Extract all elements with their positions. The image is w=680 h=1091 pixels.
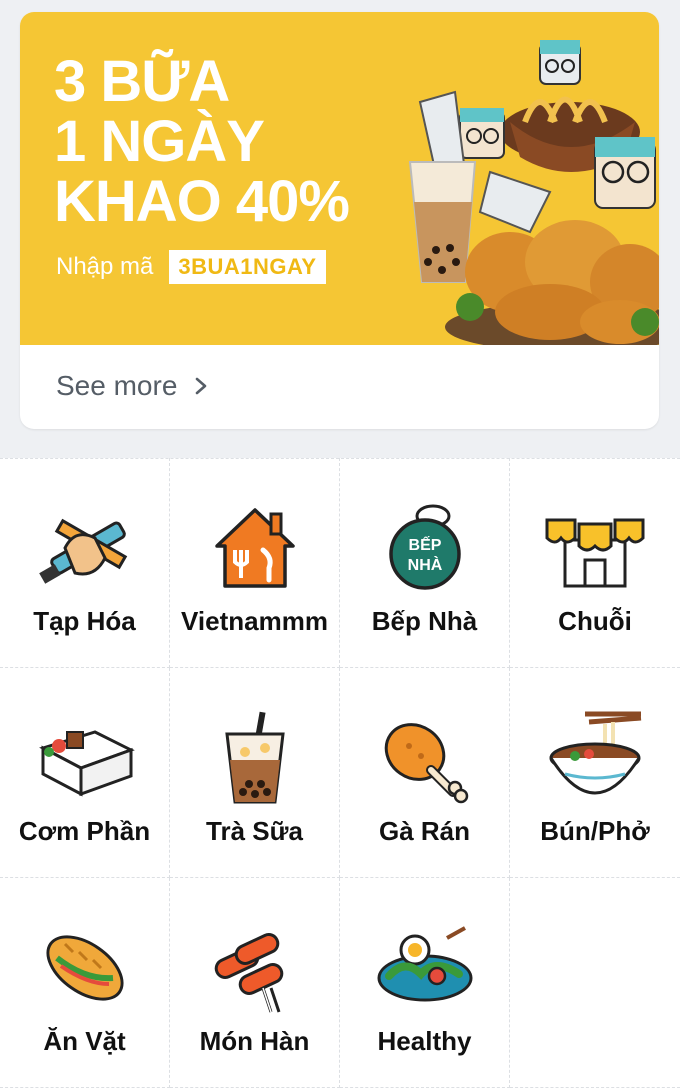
grocery-icon bbox=[39, 518, 128, 584]
headline-line-3: KHAO 40% bbox=[54, 169, 350, 234]
category-korean[interactable]: Món Hàn bbox=[170, 878, 340, 1088]
category-fried-chicken[interactable]: Gà Rán bbox=[340, 668, 510, 878]
category-bun-pho[interactable]: Bún/Phở bbox=[510, 668, 680, 878]
noodle-bowl-icon bbox=[549, 711, 642, 795]
promo-card[interactable]: 3 BỮA 1 NGÀY KHAO 40% Nhập mã 3BUA1NGAY bbox=[20, 12, 659, 429]
category-milk-tea[interactable]: Trà Sữa bbox=[170, 668, 340, 878]
badge-line-1: BẾP bbox=[409, 535, 442, 554]
category-label: Món Hàn bbox=[199, 1026, 310, 1056]
category-bep-nha[interactable]: BẾP NHÀ Bếp Nhà bbox=[340, 458, 510, 668]
promo-code-label: Nhập mã bbox=[56, 253, 154, 280]
category-healthy[interactable]: Healthy bbox=[340, 878, 510, 1088]
empty-cell bbox=[510, 878, 680, 1088]
promo-code: 3BUA1NGAY bbox=[169, 250, 326, 284]
category-vietnammm[interactable]: Vietnammm bbox=[170, 458, 340, 668]
category-label: Bếp Nhà bbox=[371, 606, 478, 636]
headline-line-1: 3 BỮA bbox=[54, 49, 230, 114]
category-grocery[interactable]: Tạp Hóa bbox=[0, 458, 170, 668]
bento-box-icon bbox=[39, 730, 135, 797]
see-more-label: See more bbox=[56, 370, 178, 401]
food-illustration bbox=[408, 40, 659, 345]
promo-headline: 3 BỮA 1 NGÀY KHAO 40% bbox=[54, 49, 350, 234]
category-label: Trà Sữa bbox=[206, 816, 303, 846]
chain-store-icon bbox=[545, 518, 645, 588]
chevron-right-icon bbox=[196, 377, 207, 395]
category-label: Tạp Hóa bbox=[33, 606, 136, 636]
category-label: Cơm Phần bbox=[18, 816, 151, 846]
fried-chicken-icon bbox=[384, 723, 469, 804]
category-snacks[interactable]: Ăn Vặt bbox=[0, 878, 170, 1088]
category-grid: Tạp Hóa Vietnammm BẾP NHÀ Bếp Nhà Chuỗi bbox=[0, 458, 680, 1091]
badge-line-2: NHÀ bbox=[408, 555, 443, 574]
promo-code-row: Nhập mã 3BUA1NGAY bbox=[56, 250, 326, 284]
category-label: Vietnammm bbox=[181, 606, 328, 636]
milk-tea-icon bbox=[225, 711, 285, 804]
promo-banner[interactable]: 3 BỮA 1 NGÀY KHAO 40% Nhập mã 3BUA1NGAY bbox=[20, 12, 659, 345]
headline-line-2: 1 NGÀY bbox=[54, 109, 265, 174]
category-label: Gà Rán bbox=[378, 816, 471, 846]
banh-mi-icon bbox=[46, 935, 124, 1001]
category-com-phan[interactable]: Cơm Phần bbox=[0, 668, 170, 878]
category-label: Healthy bbox=[377, 1026, 472, 1056]
category-label: Ăn Vặt bbox=[43, 1026, 126, 1056]
category-chain[interactable]: Chuỗi bbox=[510, 458, 680, 668]
see-more-link[interactable]: See more bbox=[56, 370, 211, 402]
salad-icon bbox=[377, 926, 473, 1002]
category-label: Chuỗi bbox=[558, 606, 632, 636]
category-label: Bún/Phở bbox=[540, 816, 650, 846]
bep-nha-badge-icon: BẾP NHÀ bbox=[389, 504, 461, 590]
tteokbokki-icon bbox=[214, 933, 284, 1013]
home-kitchen-icon bbox=[215, 508, 295, 588]
